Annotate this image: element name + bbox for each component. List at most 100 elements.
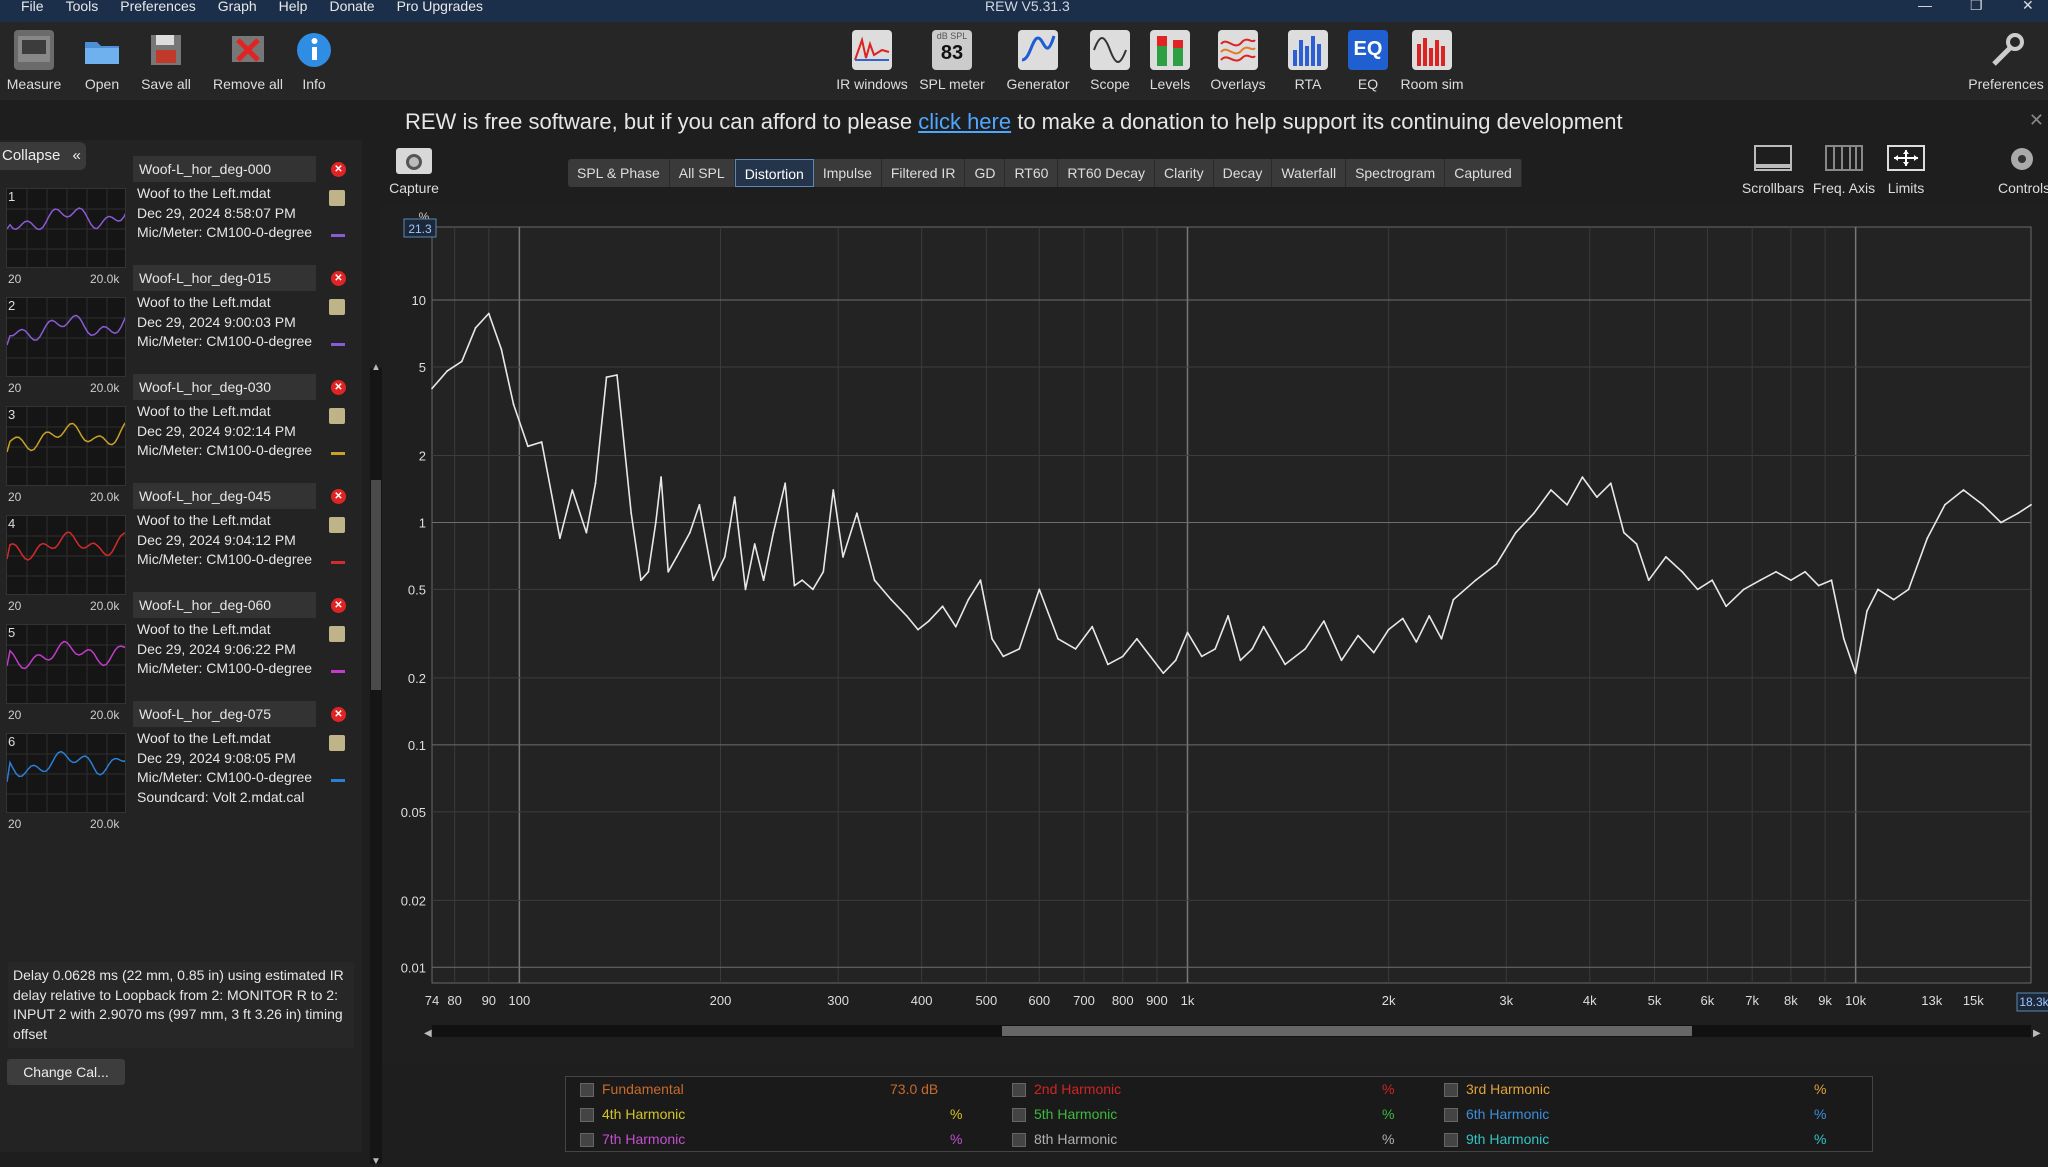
tab-gd[interactable]: GD bbox=[965, 159, 1006, 187]
menu-file[interactable]: File bbox=[10, 0, 55, 13]
measurement-color-swatch[interactable] bbox=[331, 234, 345, 237]
scrollbars-button[interactable]: Scrollbars bbox=[1739, 144, 1807, 196]
banner-close-icon[interactable]: ✕ bbox=[2029, 110, 2044, 131]
measurement-name[interactable]: Woof-L_hor_deg-060 bbox=[133, 592, 316, 618]
tab-waterfall[interactable]: Waterfall bbox=[1272, 159, 1347, 187]
distortion-graph[interactable]: 10 5 2 1 0.5 0.2 0.1 0.05 0.02 0.01 74 80 90 100 200 30… bbox=[382, 205, 2048, 1065]
tab-rt60-decay[interactable]: RT60 Decay bbox=[1058, 159, 1155, 187]
measurement-name[interactable]: Woof-L_hor_deg-000 bbox=[133, 156, 316, 182]
measurement-name[interactable]: Woof-L_hor_deg-075 bbox=[133, 701, 316, 727]
remove-measurement-icon[interactable]: ✕ bbox=[331, 380, 346, 395]
menu-pro-upgrades[interactable]: Pro Upgrades bbox=[386, 0, 494, 13]
legend-checkbox[interactable] bbox=[1012, 1133, 1026, 1147]
edit-notes-icon[interactable] bbox=[329, 626, 345, 642]
remove-measurement-icon[interactable]: ✕ bbox=[331, 162, 346, 177]
legend-item[interactable]: 9th Harmonic% bbox=[1444, 1131, 1864, 1151]
tab-rt60[interactable]: RT60 bbox=[1005, 159, 1059, 187]
preferences-button[interactable]: Preferences bbox=[1964, 30, 2048, 92]
restore-icon[interactable]: ❐ bbox=[1970, 0, 1983, 12]
legend-checkbox[interactable] bbox=[580, 1083, 594, 1097]
measurement-item[interactable]: Woof-L_hor_deg-015 ✕ 2 20 20.0k Woof to the L… bbox=[0, 265, 360, 413]
save-all-button[interactable]: Save all bbox=[126, 30, 206, 92]
edit-notes-icon[interactable] bbox=[329, 190, 345, 206]
tab-clarity[interactable]: Clarity bbox=[1155, 159, 1214, 187]
legend-checkbox[interactable] bbox=[1444, 1133, 1458, 1147]
legend-item[interactable]: 2nd Harmonic% bbox=[1012, 1081, 1432, 1101]
capture-button[interactable]: Capture bbox=[388, 148, 440, 196]
legend-checkbox[interactable] bbox=[580, 1108, 594, 1122]
measurement-thumbnail[interactable] bbox=[6, 188, 128, 268]
measurement-thumbnail[interactable] bbox=[6, 406, 128, 486]
limits-button[interactable]: Limits bbox=[1880, 144, 1932, 196]
remove-measurement-icon[interactable]: ✕ bbox=[331, 489, 346, 504]
h-scrollbar-thumb[interactable] bbox=[1002, 1026, 1692, 1036]
measurement-name[interactable]: Woof-L_hor_deg-030 bbox=[133, 374, 316, 400]
measurement-item[interactable]: Woof-L_hor_deg-075 ✕ 6 20 20.0k Woof to the L… bbox=[0, 701, 360, 831]
menu-graph[interactable]: Graph bbox=[207, 0, 268, 13]
spl-meter-button[interactable]: dB SPL 83 SPL meter bbox=[912, 30, 992, 92]
tab-captured[interactable]: Captured bbox=[1445, 159, 1522, 187]
tab-spl-phase[interactable]: SPL & Phase bbox=[568, 159, 670, 187]
menu-tools[interactable]: Tools bbox=[55, 0, 110, 13]
controls-button[interactable]: Controls bbox=[1994, 144, 2048, 196]
scroll-down-icon[interactable]: ▼ bbox=[371, 1156, 381, 1167]
legend-item[interactable]: 4th Harmonic% bbox=[580, 1106, 1000, 1126]
measurement-thumbnail[interactable] bbox=[6, 624, 128, 704]
measurement-color-swatch[interactable] bbox=[331, 670, 345, 673]
tab-impulse[interactable]: Impulse bbox=[814, 159, 882, 187]
overlays-button[interactable]: Overlays bbox=[1198, 30, 1278, 92]
info-button[interactable]: Info bbox=[274, 30, 354, 92]
measurement-thumbnail[interactable] bbox=[6, 297, 128, 377]
donation-link[interactable]: click here bbox=[918, 109, 1011, 134]
edit-notes-icon[interactable] bbox=[329, 517, 345, 533]
measurement-color-swatch[interactable] bbox=[331, 452, 345, 455]
edit-notes-icon[interactable] bbox=[329, 735, 345, 751]
scrollbar-thumb[interactable] bbox=[371, 480, 381, 690]
legend-item[interactable]: 6th Harmonic% bbox=[1444, 1106, 1864, 1126]
measurement-name[interactable]: Woof-L_hor_deg-015 bbox=[133, 265, 316, 291]
legend-checkbox[interactable] bbox=[1444, 1108, 1458, 1122]
measurement-item[interactable]: Woof-L_hor_deg-060 ✕ 5 20 20.0k Woof to the L… bbox=[0, 592, 360, 740]
legend-item[interactable]: 5th Harmonic% bbox=[1012, 1106, 1432, 1126]
change-cal-button[interactable]: Change Cal... bbox=[7, 1059, 125, 1085]
tab-distortion[interactable]: Distortion bbox=[734, 159, 814, 187]
close-icon[interactable]: ✕ bbox=[2022, 0, 2034, 12]
measurement-item[interactable]: Woof-L_hor_deg-000 ✕ 1 20 20.0k Woof to the L… bbox=[0, 156, 360, 304]
tab-all-spl[interactable]: All SPL bbox=[670, 159, 735, 187]
legend-checkbox[interactable] bbox=[1444, 1083, 1458, 1097]
remove-measurement-icon[interactable]: ✕ bbox=[331, 271, 346, 286]
legend-item[interactable]: 7th Harmonic% bbox=[580, 1131, 1000, 1151]
edit-notes-icon[interactable] bbox=[329, 408, 345, 424]
menu-help[interactable]: Help bbox=[268, 0, 319, 13]
scroll-left-icon[interactable]: ◀ bbox=[424, 1028, 432, 1039]
measurement-color-swatch[interactable] bbox=[331, 343, 345, 346]
tab-decay[interactable]: Decay bbox=[1214, 159, 1273, 187]
menu-preferences[interactable]: Preferences bbox=[109, 0, 206, 13]
legend-checkbox[interactable] bbox=[1012, 1083, 1026, 1097]
legend-checkbox[interactable] bbox=[580, 1133, 594, 1147]
scroll-right-icon[interactable]: ▶ bbox=[2033, 1028, 2041, 1039]
measurement-item[interactable]: Woof-L_hor_deg-030 ✕ 3 20 20.0k Woof to the L… bbox=[0, 374, 360, 522]
measurement-thumbnail[interactable] bbox=[6, 733, 128, 813]
generator-button[interactable]: Generator bbox=[998, 30, 1078, 92]
measurement-scrollbar[interactable]: ▲ ▼ bbox=[370, 362, 382, 1167]
legend-item[interactable]: Fundamental 73.0 dB bbox=[580, 1081, 1000, 1101]
legend-item[interactable]: 3rd Harmonic% bbox=[1444, 1081, 1864, 1101]
room-sim-button[interactable]: Room sim bbox=[1392, 30, 1472, 92]
legend-checkbox[interactable] bbox=[1012, 1108, 1026, 1122]
freq-axis-button[interactable]: Freq. Axis bbox=[1808, 144, 1880, 196]
legend-item[interactable]: 8th Harmonic% bbox=[1012, 1131, 1432, 1151]
scroll-up-icon[interactable]: ▲ bbox=[371, 362, 381, 373]
measurement-color-swatch[interactable] bbox=[331, 779, 345, 782]
tab-spectrogram[interactable]: Spectrogram bbox=[1346, 159, 1446, 187]
minimize-icon[interactable]: — bbox=[1918, 0, 1932, 12]
measurement-color-swatch[interactable] bbox=[331, 561, 345, 564]
remove-measurement-icon[interactable]: ✕ bbox=[331, 598, 346, 613]
remove-measurement-icon[interactable]: ✕ bbox=[331, 707, 346, 722]
edit-notes-icon[interactable] bbox=[329, 299, 345, 315]
tab-filtered-ir[interactable]: Filtered IR bbox=[882, 159, 966, 187]
measurement-name[interactable]: Woof-L_hor_deg-045 bbox=[133, 483, 316, 509]
menu-donate[interactable]: Donate bbox=[318, 0, 385, 13]
measurement-item[interactable]: Woof-L_hor_deg-045 ✕ 4 20 20.0k Woof to the L… bbox=[0, 483, 360, 631]
ir-windows-button[interactable]: IR windows bbox=[832, 30, 912, 92]
